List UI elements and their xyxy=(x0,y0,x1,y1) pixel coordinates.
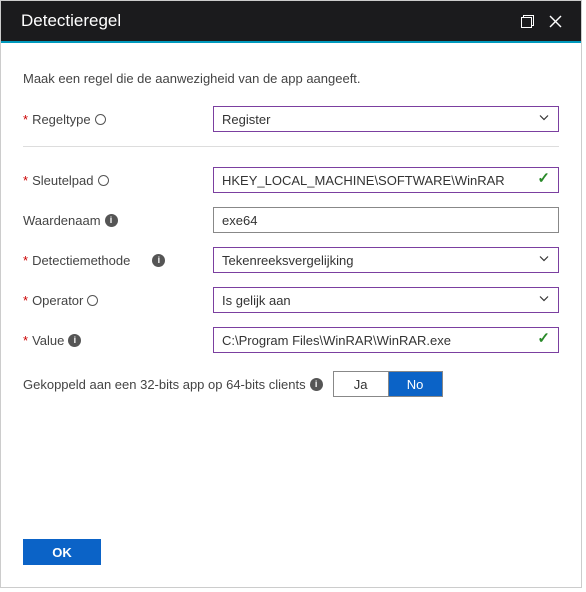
label-text: Waardenaam xyxy=(23,213,101,228)
row-operator: * Operator Is gelijk aan xyxy=(23,287,559,313)
label-text: Value xyxy=(32,333,64,348)
intro-text: Maak een regel die de aanwezigheid van d… xyxy=(23,71,559,86)
info-icon[interactable] xyxy=(87,295,98,306)
label-ruletype: * Regeltype xyxy=(23,112,213,127)
chevron-down-icon xyxy=(538,293,550,308)
label-method: * Detectiemethode i xyxy=(23,253,213,268)
dialog-body: Maak een regel die de aanwezigheid van d… xyxy=(1,43,581,539)
method-select[interactable]: Tekenreeksvergelijking xyxy=(213,247,559,273)
divider xyxy=(23,146,559,147)
label-keypath: * Sleutelpad xyxy=(23,173,213,188)
required-mark: * xyxy=(23,333,28,348)
dialog-window: Detectieregel Maak een regel die de aanw… xyxy=(0,0,582,588)
valuename-input[interactable]: exe64 xyxy=(213,207,559,233)
operator-select[interactable]: Is gelijk aan xyxy=(213,287,559,313)
label-text: Detectiemethode xyxy=(32,253,130,268)
check-icon: ✓ xyxy=(537,329,550,347)
row-valuename: Waardenaam i exe64 xyxy=(23,207,559,233)
ok-button[interactable]: OK xyxy=(23,539,101,565)
row-ruletype: * Regeltype Register xyxy=(23,106,559,132)
input-value: HKEY_LOCAL_MACHINE\SOFTWARE\WinRAR xyxy=(222,173,505,188)
info-icon[interactable]: i xyxy=(105,214,118,227)
label-valuename: Waardenaam i xyxy=(23,213,213,228)
row-value: * Value i C:\Program Files\WinRAR\WinRAR… xyxy=(23,327,559,353)
chevron-down-icon xyxy=(538,112,550,127)
check-icon: ✓ xyxy=(537,169,550,187)
label-text: Sleutelpad xyxy=(32,173,93,188)
chevron-down-icon xyxy=(538,253,550,268)
toggle-no[interactable]: No xyxy=(388,372,442,396)
info-icon[interactable]: i xyxy=(152,254,165,267)
info-icon[interactable]: i xyxy=(310,378,323,391)
info-icon[interactable] xyxy=(98,175,109,186)
restore-icon[interactable] xyxy=(513,7,541,35)
toggle-32bit: Ja No xyxy=(333,371,443,397)
row-method: * Detectiemethode i Tekenreeksvergelijki… xyxy=(23,247,559,273)
select-value: Is gelijk aan xyxy=(222,293,291,308)
keypath-input[interactable]: HKEY_LOCAL_MACHINE\SOFTWARE\WinRAR ✓ xyxy=(213,167,559,193)
label-operator: * Operator xyxy=(23,293,213,308)
dialog-footer: OK xyxy=(1,539,581,587)
titlebar: Detectieregel xyxy=(1,1,581,43)
row-32bit: Gekoppeld aan een 32-bits app op 64-bits… xyxy=(23,371,559,397)
required-mark: * xyxy=(23,173,28,188)
row-keypath: * Sleutelpad HKEY_LOCAL_MACHINE\SOFTWARE… xyxy=(23,167,559,193)
info-icon[interactable] xyxy=(95,114,106,125)
ruletype-select[interactable]: Register xyxy=(213,106,559,132)
toggle-yes[interactable]: Ja xyxy=(334,372,388,396)
close-icon[interactable] xyxy=(541,7,569,35)
label-text: Operator xyxy=(32,293,83,308)
required-mark: * xyxy=(23,293,28,308)
input-value: exe64 xyxy=(222,213,257,228)
info-icon[interactable]: i xyxy=(68,334,81,347)
input-value: C:\Program Files\WinRAR\WinRAR.exe xyxy=(222,333,451,348)
select-value: Register xyxy=(222,112,270,127)
label-32bit: Gekoppeld aan een 32-bits app op 64-bits… xyxy=(23,377,306,392)
value-input[interactable]: C:\Program Files\WinRAR\WinRAR.exe ✓ xyxy=(213,327,559,353)
label-text: Regeltype xyxy=(32,112,91,127)
select-value: Tekenreeksvergelijking xyxy=(222,253,354,268)
label-value: * Value i xyxy=(23,333,213,348)
required-mark: * xyxy=(23,112,28,127)
required-mark: * xyxy=(23,253,28,268)
dialog-title: Detectieregel xyxy=(21,11,513,31)
